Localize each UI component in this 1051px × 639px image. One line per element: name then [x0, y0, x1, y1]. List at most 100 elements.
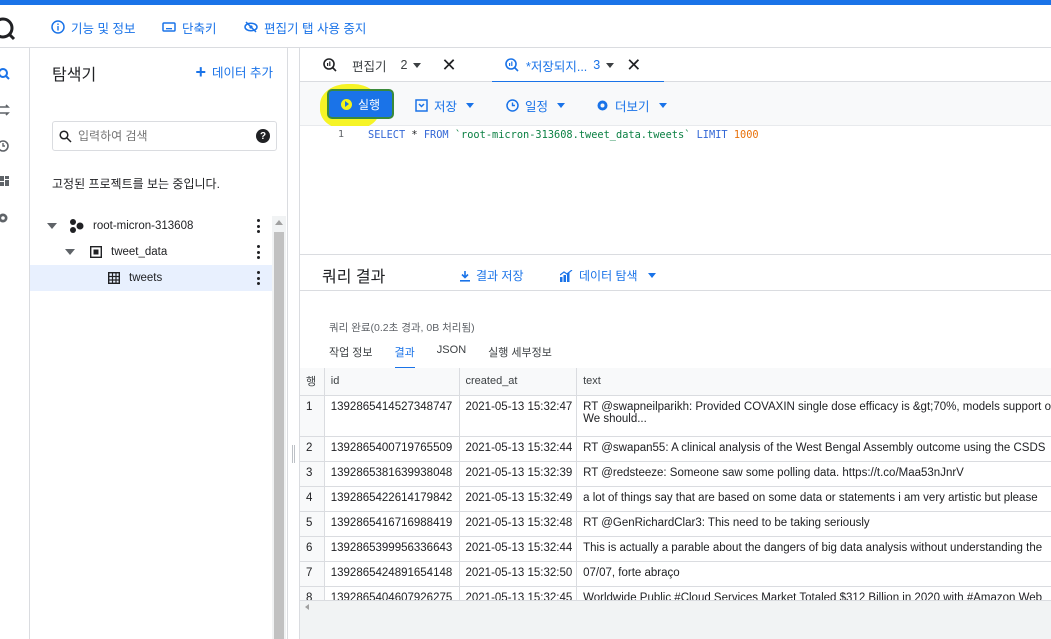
line-gutter: 1 — [300, 126, 366, 254]
editor-tab-bar: 편집기 2 ✕ *저장되지... 3 ✕ — [300, 48, 1051, 83]
subtab-json[interactable]: JSON — [437, 344, 466, 366]
sql-star: * — [405, 129, 424, 141]
run-label: 실행 — [357, 97, 381, 112]
project-icon — [70, 219, 84, 233]
row-number-cell: 6 — [300, 536, 325, 562]
schedule-button[interactable]: 일정 — [506, 96, 566, 115]
results-horizontal-scrollbar[interactable] — [300, 600, 1051, 613]
tree-item-dataset[interactable]: tweet_data — [30, 239, 272, 265]
subtab-execution-details[interactable]: 실행 세부정보 — [488, 344, 552, 366]
table-row[interactable]: 7 1392865424891654148 2021-05-13 15:32:50 0… — [300, 561, 1051, 587]
chevron-down-icon[interactable] — [65, 249, 75, 255]
chevron-down-icon[interactable] — [413, 62, 422, 68]
id-cell: 1392865381639938048 — [324, 461, 460, 487]
transfers-icon[interactable] — [0, 102, 12, 118]
features-info-label: 기능 및 정보 — [71, 21, 136, 36]
disable-editor-tabs-label: 편집기 탭 사용 중지 — [264, 21, 367, 36]
results-table-container[interactable]: 행 id created_at text 1 139286541452734874… — [300, 368, 1051, 618]
search-icon[interactable] — [0, 66, 12, 82]
id-cell: 1392865399956336643 — [324, 536, 460, 562]
search-icon — [59, 129, 72, 143]
tab-number: 3 — [593, 58, 601, 72]
chart-icon — [560, 269, 573, 282]
explorer-search-input[interactable] — [78, 129, 256, 143]
chevron-down-icon[interactable] — [47, 223, 57, 229]
editor-toolbar: 실행 저장 일정 더보기 — [300, 82, 1051, 130]
close-icon[interactable]: ✕ — [441, 55, 456, 76]
save-icon — [415, 99, 428, 112]
schedule-label: 일정 — [525, 100, 549, 114]
table-row[interactable]: 5 1392865416716988419 2021-05-13 15:32:48 R… — [300, 511, 1051, 537]
settings-gear-icon[interactable] — [0, 210, 12, 226]
text-cell: RT @redsteeze: Someone saw some polling … — [576, 461, 1051, 487]
more-button[interactable]: 더보기 — [596, 96, 667, 115]
download-icon — [460, 270, 470, 282]
shortcuts-button[interactable]: 단축키 — [162, 17, 217, 37]
table-row[interactable]: 4 1392865422614179842 2021-05-13 15:32:49 a… — [300, 486, 1051, 512]
eye-off-icon — [244, 21, 258, 33]
query-results-header: 쿼리 결과 결과 저장 데이터 탐색 — [300, 254, 1051, 291]
tree-item-table[interactable]: tweets — [30, 265, 272, 291]
created-at-cell: 2021-05-13 15:32:47 — [459, 395, 578, 437]
chevron-down-icon — [647, 273, 656, 278]
sql-keyword: FROM — [423, 129, 449, 141]
tab-unsaved-3[interactable]: *저장되지... 3 ✕ — [492, 48, 664, 83]
info-icon — [51, 20, 65, 34]
tree-item-label: root-micron-313608 — [93, 220, 194, 232]
scroll-left-icon[interactable] — [305, 604, 309, 610]
bigquery-logo-icon — [0, 17, 16, 41]
add-data-button[interactable]: + 데이터 추가 — [196, 62, 274, 81]
text-cell-line: RT @redsteeze: Someone saw some polling … — [583, 466, 964, 479]
query-icon — [323, 58, 337, 72]
explorer-panel: 탐색기 + 데이터 추가 ? 고정된 프로젝트를 보는 중입니다. root-m… — [30, 48, 288, 639]
id-cell: 1392865400719765509 — [324, 436, 460, 462]
table-row[interactable]: 3 1392865381639938048 2021-05-13 15:32:39 R… — [300, 461, 1051, 487]
subtab-job-info[interactable]: 작업 정보 — [329, 344, 373, 366]
table-row[interactable]: 1 1392865414527348747 2021-05-13 15:32:47 R… — [300, 395, 1051, 437]
row-number-cell: 3 — [300, 461, 325, 487]
chevron-down-icon[interactable] — [606, 62, 615, 68]
plus-icon: + — [195, 61, 207, 82]
scroll-up-icon[interactable] — [275, 220, 283, 225]
dashboard-icon[interactable] — [0, 174, 12, 190]
table-row[interactable]: 2 1392865400719765509 2021-05-13 15:32:44 R… — [300, 436, 1051, 462]
text-cell-line: RT @GenRichardClar3: This need to be tak… — [583, 516, 870, 529]
tab-editor-2[interactable]: 편집기 2 ✕ — [322, 48, 462, 82]
close-icon[interactable]: ✕ — [626, 55, 641, 76]
keyboard-icon — [162, 22, 176, 32]
gear-icon — [597, 100, 608, 111]
text-cell-line: a lot of things say that are based on so… — [583, 491, 1038, 504]
row-number-cell: 7 — [300, 561, 325, 587]
history-icon[interactable] — [0, 138, 12, 154]
explore-data-label: 데이터 탐색 — [579, 269, 638, 283]
dataset-icon — [90, 246, 102, 258]
shortcuts-label: 단축키 — [182, 21, 217, 36]
save-results-button[interactable]: 결과 저장 — [459, 267, 524, 284]
more-vert-icon[interactable] — [256, 219, 260, 233]
sql-code-line[interactable]: SELECT * FROM `root-micron-313608.tweet_… — [368, 129, 759, 141]
sql-editor[interactable]: 1 SELECT * FROM `root-micron-313608.twee… — [300, 126, 1051, 254]
save-button[interactable]: 저장 — [415, 96, 475, 115]
subtab-results[interactable]: 결과 — [394, 344, 416, 369]
column-header-created-at[interactable]: created_at — [459, 368, 578, 396]
explorer-scrollbar[interactable] — [272, 216, 286, 639]
more-vert-icon[interactable] — [256, 245, 260, 259]
table-row[interactable]: 6 1392865399956336643 2021-05-13 15:32:44 T… — [300, 536, 1051, 562]
more-label: 더보기 — [615, 100, 650, 114]
scrollbar-thumb[interactable] — [274, 232, 284, 639]
tree-item-project[interactable]: root-micron-313608 — [30, 213, 272, 239]
add-data-label: 데이터 추가 — [212, 66, 273, 80]
created-at-cell: 2021-05-13 15:32:44 — [459, 536, 578, 562]
features-info-button[interactable]: 기능 및 정보 — [51, 17, 135, 37]
column-header-text[interactable]: text — [576, 368, 1051, 396]
panel-resize-handle[interactable] — [292, 445, 295, 463]
row-number-cell: 1 — [300, 395, 325, 437]
sql-table-ref: `root-micron-313608.tweet_data.tweets` — [454, 129, 691, 141]
disable-editor-tabs-button[interactable]: 편집기 탭 사용 중지 — [244, 17, 366, 37]
help-icon[interactable]: ? — [256, 129, 270, 143]
explore-data-button[interactable]: 데이터 탐색 — [560, 267, 656, 284]
column-header-id[interactable]: id — [324, 368, 460, 396]
run-button[interactable]: 실행 — [329, 91, 392, 117]
more-vert-icon[interactable] — [256, 271, 260, 285]
explorer-search-box[interactable]: ? — [52, 121, 277, 151]
